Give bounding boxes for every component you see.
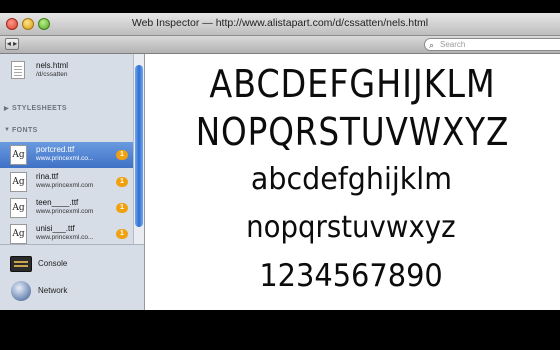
sidebar-scrollbar[interactable] bbox=[133, 54, 144, 244]
section-fonts[interactable]: ▼ FONTS bbox=[0, 124, 133, 138]
font-name: rina.ttf bbox=[36, 172, 59, 181]
section-fonts-label: FONTS bbox=[12, 127, 38, 134]
font-name: portcred.ttf bbox=[36, 145, 75, 154]
document-path: /d/cssatten bbox=[36, 71, 68, 78]
scrollbar-thumb[interactable] bbox=[135, 65, 143, 227]
font-url: www.princexml.co... bbox=[36, 155, 94, 162]
close-window-button[interactable] bbox=[6, 18, 18, 30]
font-url: www.princexml.com bbox=[36, 182, 94, 189]
toolbar: ◂ ▸ ⌕ bbox=[0, 36, 560, 54]
warning-badge: 1 bbox=[116, 177, 128, 187]
warning-badge: 1 bbox=[116, 150, 128, 160]
letterbox-bottom bbox=[0, 310, 560, 350]
warning-badge: 1 bbox=[116, 203, 128, 213]
document-icon bbox=[11, 61, 25, 79]
letterbox-top bbox=[0, 0, 560, 13]
font-file-icon: Ag bbox=[10, 172, 27, 192]
font-file-icon: Ag bbox=[10, 198, 27, 218]
glyph-line-digits: 1234567890 bbox=[259, 258, 443, 294]
section-stylesheets-label: STYLESHEETS bbox=[12, 105, 67, 112]
disclosure-triangle-icon: ▼ bbox=[4, 127, 11, 133]
console-icon bbox=[10, 256, 32, 272]
window-title: Web Inspector — http://www.alistapart.co… bbox=[131, 17, 429, 29]
glyph-line-uppercase-1: ABCDEFGHIJKLM bbox=[209, 62, 496, 106]
font-name: unisi___.ttf bbox=[36, 224, 75, 233]
font-item[interactable]: Ag rina.ttf www.princexml.com 1 bbox=[0, 169, 133, 195]
warning-badge: 1 bbox=[116, 229, 128, 239]
font-name: teen____.ttf bbox=[36, 198, 79, 207]
magnifier-icon: ⌕ bbox=[429, 40, 435, 50]
glyph-line-uppercase-2: NOPQRSTUVWXYZ bbox=[195, 110, 510, 154]
font-file-icon: Ag bbox=[10, 224, 27, 244]
title-bar: Web Inspector — http://www.alistapart.co… bbox=[0, 13, 560, 36]
panel-item-console[interactable]: Console bbox=[0, 252, 144, 278]
document-name: nels.html bbox=[36, 61, 69, 70]
document-item[interactable]: nels.html /d/cssatten bbox=[0, 58, 133, 84]
search-input[interactable] bbox=[440, 39, 555, 50]
panel-label: Network bbox=[38, 286, 68, 295]
panel-label: Console bbox=[38, 259, 68, 268]
section-stylesheets[interactable]: ▶ STYLESHEETS bbox=[0, 102, 133, 116]
font-preview-pane: ABCDEFGHIJKLM NOPQRSTUVWXYZ abcdefghijkl… bbox=[145, 54, 560, 310]
sidebar-divider bbox=[0, 244, 144, 245]
glyph-line-lowercase-1: abcdefghijklm bbox=[250, 162, 452, 197]
minimize-window-button[interactable] bbox=[22, 18, 34, 30]
search-box[interactable]: ⌕ bbox=[424, 38, 560, 51]
resources-sidebar: nels.html /d/cssatten ▶ STYLESHEETS ▼ FO… bbox=[0, 54, 145, 310]
panel-item-network[interactable]: Network bbox=[0, 279, 144, 305]
dock-toggle-button[interactable]: ◂ ▸ bbox=[5, 38, 19, 50]
web-inspector-window: Web Inspector — http://www.alistapart.co… bbox=[0, 13, 560, 310]
font-item[interactable]: Ag portcred.ttf www.princexml.co... 1 bbox=[0, 142, 133, 168]
zoom-window-button[interactable] bbox=[38, 18, 50, 30]
font-file-icon: Ag bbox=[10, 145, 27, 165]
font-url: www.princexml.co... bbox=[36, 234, 94, 241]
font-url: www.princexml.com bbox=[36, 208, 94, 215]
network-icon bbox=[11, 281, 31, 301]
disclosure-triangle-icon: ▶ bbox=[4, 106, 10, 112]
font-item[interactable]: Ag teen____.ttf www.princexml.com 1 bbox=[0, 195, 133, 221]
glyph-line-lowercase-2: nopqrstuvwxyz bbox=[246, 210, 456, 245]
